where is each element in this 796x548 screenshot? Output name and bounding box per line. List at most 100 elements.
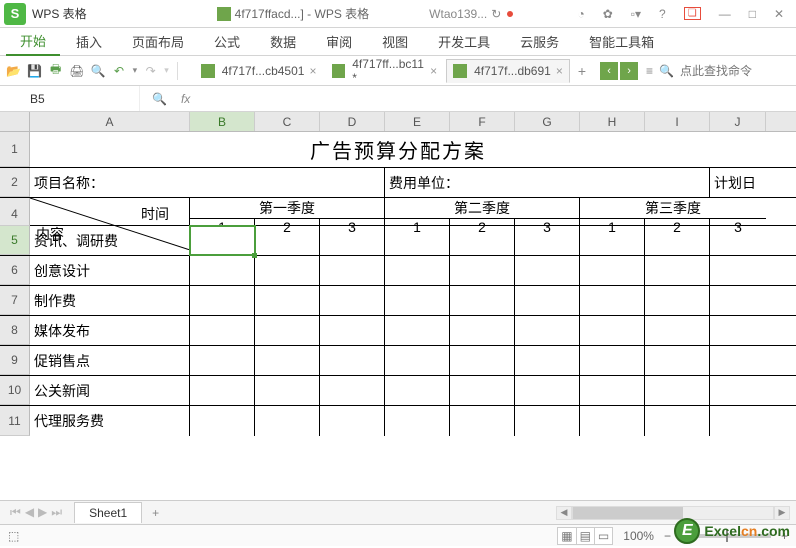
cell[interactable]	[515, 226, 580, 255]
cell[interactable]	[255, 346, 320, 375]
row-7-hdr[interactable]: 7	[0, 286, 30, 315]
item-2[interactable]: 创意设计	[30, 256, 190, 285]
cell[interactable]	[190, 406, 255, 436]
close-tab-icon[interactable]: ×	[430, 64, 437, 78]
sheet-nav-next[interactable]: ▶	[38, 505, 47, 520]
col-F[interactable]: F	[450, 112, 515, 131]
sheet-nav-first[interactable]: ⏮	[10, 505, 21, 520]
menu-start[interactable]: 开始	[6, 27, 60, 56]
app-icon[interactable]: ❏	[684, 7, 701, 20]
cell[interactable]	[710, 346, 766, 375]
col-H[interactable]: H	[580, 112, 645, 131]
cell[interactable]	[515, 376, 580, 405]
cell[interactable]	[385, 406, 450, 436]
tab-nav-left[interactable]: ‹	[600, 62, 618, 80]
cell[interactable]	[580, 256, 645, 285]
minimize-button[interactable]: —	[719, 7, 731, 21]
open-icon[interactable]: 📂	[6, 63, 21, 79]
col-B[interactable]: B	[190, 112, 255, 131]
cell[interactable]	[190, 286, 255, 315]
col-A[interactable]: A	[30, 112, 190, 131]
close-button[interactable]: ✕	[774, 7, 784, 21]
user-area[interactable]: Wtao139... ↻	[429, 7, 513, 21]
redo-dropdown[interactable]: ▾	[164, 65, 169, 76]
cell[interactable]	[515, 286, 580, 315]
cell[interactable]	[710, 286, 766, 315]
cell[interactable]	[320, 316, 385, 345]
cell[interactable]	[190, 376, 255, 405]
item-3[interactable]: 制作费	[30, 286, 190, 315]
cell[interactable]	[580, 376, 645, 405]
cell[interactable]	[580, 226, 645, 255]
cell[interactable]	[710, 226, 766, 255]
cell[interactable]	[515, 406, 580, 436]
cell[interactable]	[450, 346, 515, 375]
close-tab-icon[interactable]: ×	[556, 64, 563, 78]
cell[interactable]	[385, 256, 450, 285]
cell[interactable]	[580, 406, 645, 436]
tab-nav-right[interactable]: ›	[620, 62, 638, 80]
undo-dropdown[interactable]: ▾	[133, 65, 138, 76]
plan-label-cell[interactable]: 计划日	[710, 168, 766, 197]
save-icon[interactable]: 💾	[27, 63, 42, 79]
dropdown-icon[interactable]: ▫▾	[631, 7, 641, 21]
cell[interactable]	[580, 286, 645, 315]
item-7[interactable]: 代理服务费	[30, 406, 190, 436]
row-1-hdr[interactable]: 1	[0, 132, 30, 167]
cell[interactable]	[385, 286, 450, 315]
item-5[interactable]: 促销售点	[30, 346, 190, 375]
cell[interactable]	[645, 256, 710, 285]
print-icon[interactable]: 🖨	[69, 63, 84, 79]
cell[interactable]	[710, 406, 766, 436]
row-6-hdr[interactable]: 6	[0, 256, 30, 285]
theme-icon[interactable]: ◔	[577, 7, 584, 21]
cell[interactable]	[515, 316, 580, 345]
cell[interactable]	[450, 406, 515, 436]
title-cell[interactable]: 广告预算分配方案	[30, 132, 766, 167]
row-2-hdr[interactable]: 2	[0, 168, 30, 197]
cell[interactable]	[645, 226, 710, 255]
cell[interactable]	[320, 226, 385, 255]
formula-input[interactable]	[202, 86, 796, 111]
col-G[interactable]: G	[515, 112, 580, 131]
command-search[interactable]: 🔍	[659, 64, 790, 78]
cell[interactable]	[255, 406, 320, 436]
item-6[interactable]: 公关新闻	[30, 376, 190, 405]
cell[interactable]	[645, 316, 710, 345]
view-break[interactable]: ▭	[594, 527, 613, 545]
project-label-cell[interactable]: 项目名称：	[30, 168, 385, 197]
row-9-hdr[interactable]: 9	[0, 346, 30, 375]
cell[interactable]	[450, 376, 515, 405]
cell[interactable]	[515, 256, 580, 285]
row-8-hdr[interactable]: 8	[0, 316, 30, 345]
col-E[interactable]: E	[385, 112, 450, 131]
cell[interactable]	[385, 316, 450, 345]
zoom-out[interactable]: −	[664, 529, 671, 543]
col-J[interactable]: J	[710, 112, 766, 131]
tab-list-icon[interactable]: ≡	[646, 64, 653, 78]
cell[interactable]	[645, 376, 710, 405]
maximize-button[interactable]: □	[749, 7, 756, 21]
q2-header[interactable]: 第二季度	[385, 198, 580, 218]
menu-insert[interactable]: 插入	[62, 28, 116, 55]
cell[interactable]	[450, 316, 515, 345]
cell[interactable]	[255, 316, 320, 345]
cell[interactable]	[710, 256, 766, 285]
sheet-tab-1[interactable]: Sheet1	[74, 502, 142, 523]
cell[interactable]	[710, 316, 766, 345]
row-5-hdr[interactable]: 5	[0, 226, 30, 255]
name-box[interactable]: B5	[0, 86, 140, 111]
save2-icon[interactable]: 🖶	[48, 63, 63, 79]
fb-search-icon[interactable]: 🔍	[152, 92, 167, 106]
doc-tab-3[interactable]: 4f717f...db691 ×	[446, 59, 570, 83]
cell[interactable]	[190, 346, 255, 375]
add-tab-button[interactable]: +	[572, 61, 592, 81]
col-C[interactable]: C	[255, 112, 320, 131]
cell[interactable]	[515, 346, 580, 375]
view-page[interactable]: ▤	[576, 527, 595, 545]
cell[interactable]	[645, 346, 710, 375]
view-normal[interactable]: ▦	[557, 527, 576, 545]
cell[interactable]	[320, 406, 385, 436]
cell[interactable]	[255, 376, 320, 405]
cost-label-cell[interactable]: 费用单位：	[385, 168, 710, 197]
